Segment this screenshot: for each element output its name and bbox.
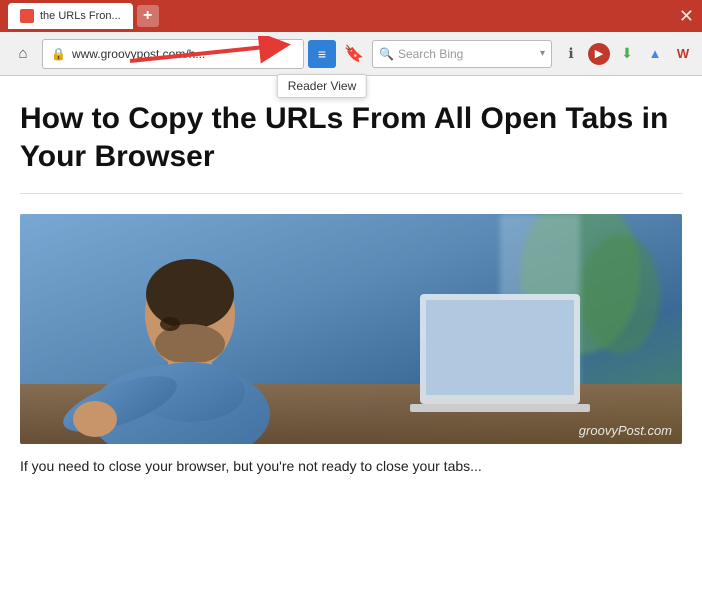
content-area: How to Copy the URLs From All Open Tabs … (0, 76, 702, 493)
browser-tab[interactable]: the URLs Fron... (8, 3, 133, 29)
toolbar-icons: ℹ ▶ ⬇ ▲ W (560, 43, 694, 65)
reader-view-button[interactable]: ≡ (308, 40, 336, 68)
drive-button[interactable]: ▲ (644, 43, 666, 65)
media-button[interactable]: ▶ (588, 43, 610, 65)
home-button[interactable]: ⌂ (8, 39, 38, 69)
bookmark-button[interactable]: 🔖 (340, 40, 368, 68)
close-window-button[interactable]: ✕ (679, 6, 694, 27)
office-button[interactable]: W (672, 43, 694, 65)
tab-area: the URLs Fron... + (8, 3, 159, 29)
office-icon: W (677, 46, 689, 61)
info-button[interactable]: ℹ (560, 43, 582, 65)
play-icon: ▶ (595, 47, 603, 60)
url-text: www.groovypost.com/h... (72, 47, 295, 61)
bookmark-icon: 🔖 (344, 44, 364, 64)
download-icon: ⬇ (621, 45, 633, 62)
article-excerpt: If you need to close your browser, but y… (20, 456, 682, 477)
address-bar[interactable]: 🔒 www.groovypost.com/h... (42, 39, 304, 69)
watermark: groovyPost.com (579, 423, 672, 438)
download-button[interactable]: ⬇ (616, 43, 638, 65)
tab-label: the URLs Fron... (40, 10, 121, 22)
title-bar: the URLs Fron... + ✕ (0, 0, 702, 32)
reader-view-icon: ≡ (318, 46, 326, 62)
search-bar[interactable]: 🔍 Search Bing ▾ (372, 40, 552, 68)
search-icon: 🔍 (379, 47, 394, 61)
tooltip-text: Reader View (288, 79, 356, 93)
new-tab-button[interactable]: + (137, 5, 159, 27)
home-icon: ⌂ (18, 45, 27, 62)
tab-favicon (20, 9, 34, 23)
info-icon: ℹ (568, 45, 573, 62)
lock-icon: 🔒 (51, 47, 66, 61)
article-photo (20, 214, 682, 444)
article-image: groovyPost.com (20, 214, 682, 444)
search-dropdown-icon[interactable]: ▾ (540, 48, 545, 59)
reader-view-tooltip: Reader View (277, 74, 367, 98)
drive-icon: ▲ (649, 46, 662, 61)
article-title: How to Copy the URLs From All Open Tabs … (20, 100, 682, 194)
search-placeholder: Search Bing (398, 47, 536, 61)
reader-view-container: ≡ Reader View (308, 40, 336, 68)
navigation-bar: ⌂ 🔒 www.groovypost.com/h... ≡ Reader Vie… (0, 32, 702, 76)
